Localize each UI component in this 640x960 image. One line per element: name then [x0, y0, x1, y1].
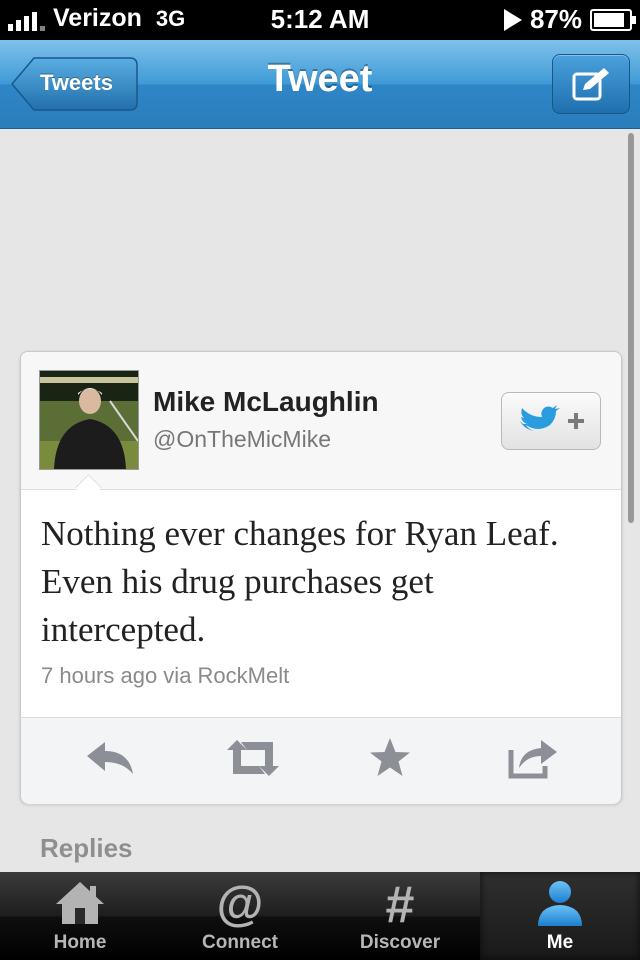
compose-icon	[572, 68, 609, 101]
retweet-icon	[227, 740, 279, 776]
tab-me-label: Me	[546, 932, 574, 953]
tweet-author-header[interactable]: Mike McLaughlin @OnTheMicMike	[21, 352, 621, 490]
svg-text:#: #	[386, 878, 415, 928]
status-right: 87%	[503, 4, 636, 35]
author-name[interactable]: Mike McLaughlin	[153, 386, 379, 418]
avatar-photo	[40, 371, 138, 469]
follow-bird-plus-icon	[520, 405, 584, 431]
tweet-meta[interactable]: 7 hours ago via RockMelt	[41, 663, 289, 689]
author-handle[interactable]: @OnTheMicMike	[153, 426, 331, 453]
tab-me[interactable]: Me	[480, 872, 640, 960]
battery-percent: 87%	[529, 4, 582, 34]
play-icon	[503, 8, 522, 31]
tweet-actions	[21, 717, 621, 804]
navigation-bar: Tweets Tweet	[0, 40, 640, 129]
follow-button[interactable]	[501, 392, 601, 450]
tab-bar: Home @ Connect # Discover Me	[0, 872, 640, 960]
tab-home[interactable]: Home	[0, 872, 160, 960]
hash-icon: #	[386, 878, 415, 928]
replies-heading: Replies	[40, 833, 133, 863]
tab-connect[interactable]: @ Connect	[160, 872, 320, 960]
home-icon	[56, 882, 104, 924]
tweet-card: Mike McLaughlin @OnTheMicMike Nothing ev…	[20, 351, 622, 804]
favorite-icon	[370, 738, 410, 776]
scrollbar[interactable]	[628, 133, 634, 523]
avatar[interactable]	[39, 370, 139, 470]
tweet-text: Nothing ever changes for Ryan Leaf. Even…	[41, 514, 559, 649]
person-icon	[538, 881, 582, 926]
tab-home-label: Home	[53, 932, 107, 953]
page-title: Tweet	[267, 58, 373, 100]
tab-discover[interactable]: # Discover	[320, 872, 480, 960]
svg-text:@: @	[217, 878, 264, 928]
compose-button[interactable]	[552, 54, 630, 114]
share-button[interactable]	[505, 736, 565, 786]
status-bar: Verizon 3G 5:12 AM 87%	[0, 0, 640, 40]
reply-button[interactable]	[83, 736, 143, 786]
favorite-button[interactable]	[367, 736, 427, 786]
share-icon	[508, 740, 557, 779]
retweet-button[interactable]	[221, 736, 281, 786]
tweet-detail-view[interactable]: Mike McLaughlin @OnTheMicMike Nothing ev…	[0, 129, 640, 872]
tab-discover-label: Discover	[359, 932, 441, 953]
reply-icon	[87, 742, 133, 774]
tab-connect-label: Connect	[202, 932, 278, 953]
at-icon: @	[217, 878, 264, 928]
battery-icon	[590, 8, 636, 31]
